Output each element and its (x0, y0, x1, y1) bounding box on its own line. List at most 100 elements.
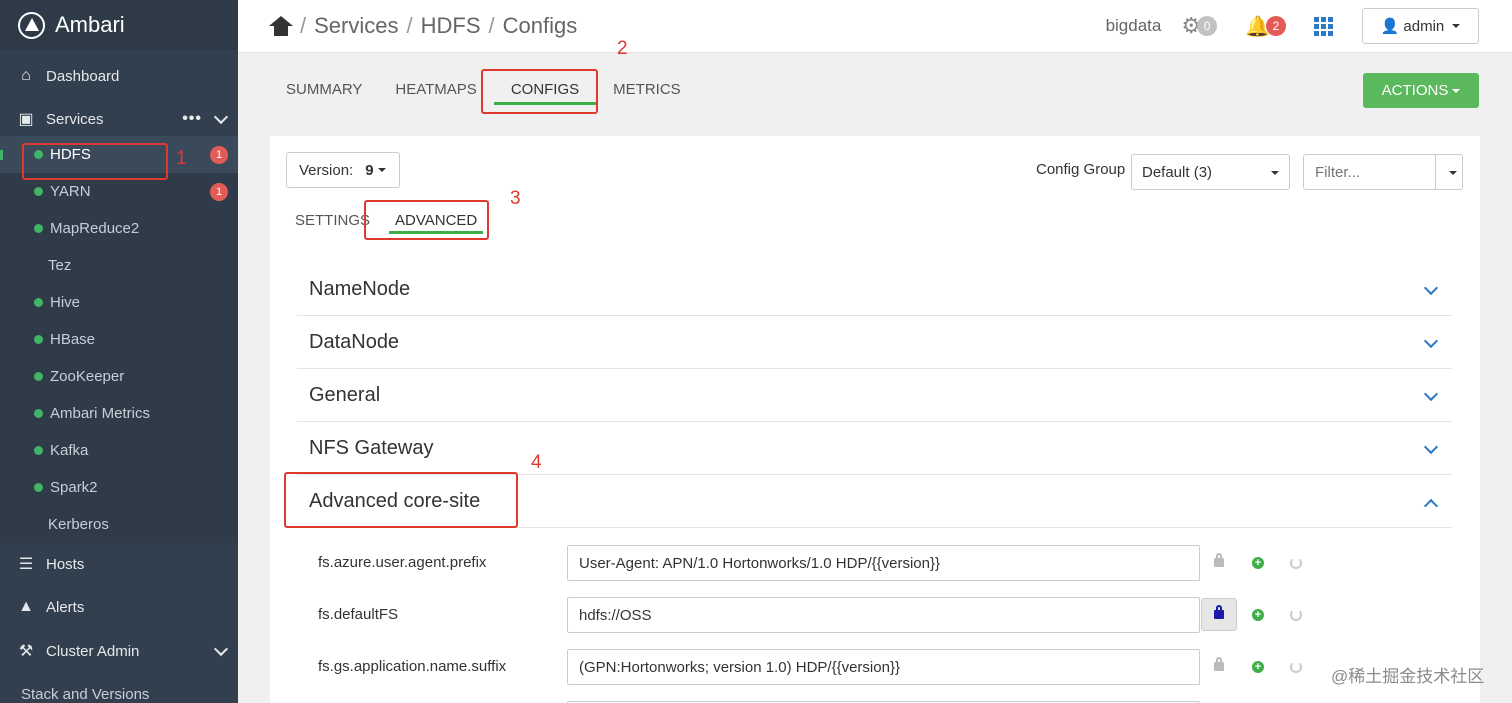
annotation-box-core-site (284, 472, 518, 528)
section-nfs-gateway[interactable]: NFS Gateway (297, 422, 1452, 475)
lock-icon[interactable] (1214, 553, 1224, 567)
annotation-box-configs (481, 69, 598, 114)
breadcrumb-services[interactable]: Services (314, 13, 398, 39)
undo-icon[interactable] (1290, 557, 1302, 569)
sidebar-item-alerts[interactable]: ▲ Alerts (0, 585, 238, 629)
version-dropdown[interactable]: Version: 9 (286, 152, 400, 188)
cluster-name: bigdata (1105, 16, 1162, 35)
service-item-tez[interactable]: Tez (0, 247, 238, 284)
caret-down-icon (1452, 24, 1461, 28)
service-label: ZooKeeper (50, 368, 125, 385)
brand[interactable]: Ambari (0, 0, 238, 50)
property-value-input[interactable]: (GPN:Hortonworks; version 1.0) HDP/{{ver… (567, 649, 1200, 685)
lock-icon[interactable] (1214, 657, 1224, 671)
caret-down-icon (1271, 171, 1279, 175)
lock-button[interactable] (1201, 598, 1237, 631)
service-label: Hive (50, 294, 81, 311)
service-item-hive[interactable]: Hive (0, 284, 238, 321)
service-label: YARN (50, 183, 91, 200)
home-icon[interactable] (269, 16, 293, 36)
top-bar: / Services / HDFS / Configs bigdata ⚙ 0 … (238, 0, 1512, 53)
service-label: Kerberos (48, 516, 109, 533)
breadcrumb-separator: / (406, 13, 413, 38)
service-item-kerberos[interactable]: Kerberos (0, 506, 238, 543)
actions-button[interactable]: ACTIONS (1363, 73, 1479, 108)
status-dot-icon (34, 409, 43, 418)
property-value-input[interactable]: hdfs://OSS (567, 597, 1200, 633)
sidebar-item-stack-versions[interactable]: Stack and Versions (0, 673, 238, 703)
property-name: fs.gs.application.name.suffix (318, 658, 507, 675)
undo-icon[interactable] (1290, 661, 1302, 673)
views-grid-icon[interactable] (1314, 17, 1334, 36)
briefcase-icon: ▣ (18, 111, 34, 128)
tab-summary[interactable]: SUMMARY (286, 81, 395, 105)
status-dot-icon (34, 446, 43, 455)
background-ops[interactable]: ⚙ 0 (1181, 13, 1218, 39)
service-item-mapreduce2[interactable]: MapReduce2 (0, 210, 238, 247)
sidebar-item-label: Stack and Versions (21, 686, 150, 703)
service-label: Spark2 (50, 479, 98, 496)
property-value-input[interactable]: User-Agent: APN/1.0 Hortonworks/1.0 HDP/… (567, 545, 1200, 581)
chevron-down-icon[interactable] (213, 109, 229, 124)
alert-badge: 1 (210, 182, 228, 201)
alerts-count-badge: 2 (1266, 16, 1286, 36)
service-item-ambari-metrics[interactable]: Ambari Metrics (0, 395, 238, 432)
tab-settings[interactable]: SETTINGS (295, 212, 370, 234)
caret-down-icon (1449, 171, 1457, 175)
section-namenode[interactable]: NameNode (297, 263, 1452, 316)
service-item-kafka[interactable]: Kafka (0, 432, 238, 469)
service-item-zookeeper[interactable]: ZooKeeper (0, 358, 238, 395)
sidebar-item-services[interactable]: ▣ Services ••• (0, 102, 238, 136)
sidebar-item-cluster-admin[interactable]: ⚒ Cluster Admin (0, 629, 238, 673)
config-group-select[interactable]: Default (3) (1131, 154, 1290, 190)
sidebar-item-label: Dashboard (46, 67, 120, 85)
breadcrumb-service[interactable]: HDFS (421, 13, 481, 39)
service-label: HBase (50, 331, 96, 348)
sidebar-item-hosts[interactable]: ☰ Hosts (0, 543, 238, 585)
section-title: DataNode (309, 330, 400, 353)
service-label: Ambari Metrics (50, 405, 151, 422)
version-value: 9 (365, 161, 374, 179)
filter-input[interactable] (1304, 155, 1435, 189)
add-override-icon[interactable]: + (1252, 609, 1264, 621)
more-icon[interactable]: ••• (182, 111, 202, 127)
filter-dropdown-button[interactable] (1435, 155, 1462, 189)
tab-metrics[interactable]: METRICS (596, 81, 681, 105)
service-item-spark2[interactable]: Spark2 (0, 469, 238, 506)
breadcrumb-separator: / (488, 13, 495, 38)
alerts-indicator[interactable]: 🔔 2 (1245, 14, 1286, 39)
active-indicator (0, 150, 3, 160)
service-list: HDFS 1 YARN 1 MapReduce2 Tez Hive HBase … (0, 136, 238, 543)
section-datanode[interactable]: DataNode (297, 316, 1452, 369)
wrench-icon: ⚒ (18, 643, 34, 660)
user-menu-button[interactable]: 👤 admin (1362, 8, 1479, 44)
chevron-down-icon (1423, 386, 1439, 402)
annotation-number: 4 (531, 452, 542, 473)
breadcrumb-separator: / (300, 13, 307, 38)
watermark: @稀土掘金技术社区 (1331, 667, 1485, 686)
chevron-up-icon (1423, 498, 1439, 514)
sidebar-item-dashboard[interactable]: ⌂ Dashboard (0, 50, 238, 102)
bell-icon: ▲ (18, 598, 34, 615)
annotation-number: 1 (176, 148, 187, 169)
sidebar-item-label: Services (46, 110, 104, 128)
chevron-down-icon (1423, 439, 1439, 455)
ops-count-badge: 0 (1197, 16, 1218, 36)
section-general[interactable]: General (297, 369, 1452, 422)
status-dot-icon (34, 372, 43, 381)
add-override-icon[interactable]: + (1252, 557, 1264, 569)
service-label: Kafka (50, 442, 89, 459)
chevron-down-icon[interactable] (213, 641, 229, 656)
sidebar: Ambari ⌂ Dashboard ▣ Services ••• HDFS 1… (0, 0, 238, 703)
status-dot-icon (34, 335, 43, 344)
user-name: admin (1403, 17, 1445, 35)
tab-heatmaps[interactable]: HEATMAPS (395, 81, 493, 105)
ambari-logo-icon (18, 11, 45, 39)
service-item-hbase[interactable]: HBase (0, 321, 238, 358)
lock-icon (1214, 605, 1224, 619)
add-override-icon[interactable]: + (1252, 661, 1264, 673)
section-title: NFS Gateway (309, 436, 434, 459)
undo-icon[interactable] (1290, 609, 1302, 621)
caret-down-icon (377, 168, 386, 172)
breadcrumb: / Services / HDFS / Configs (238, 13, 577, 39)
